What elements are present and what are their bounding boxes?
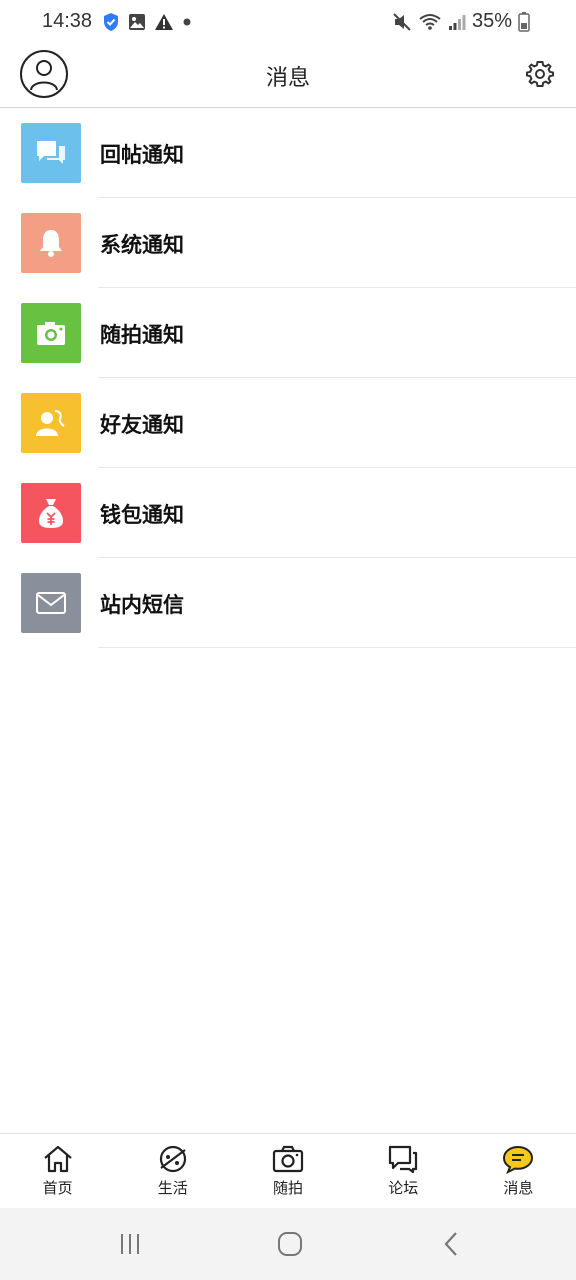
gear-icon[interactable]	[526, 60, 554, 88]
tab-life[interactable]: 生活	[115, 1134, 230, 1208]
list-item-inbox-message[interactable]: 站内短信	[0, 558, 576, 648]
message-icon	[503, 1145, 534, 1174]
list-item-label: 好友通知	[100, 413, 184, 437]
list-item-wallet-notice[interactable]: 钱包通知	[0, 468, 576, 558]
divider	[98, 647, 576, 648]
dot-icon	[183, 18, 191, 26]
back-icon[interactable]	[436, 1228, 468, 1260]
list-item-snapshot-notice[interactable]: 随拍通知	[0, 288, 576, 378]
list-item-label: 随拍通知	[100, 323, 184, 347]
notification-list: 回帖通知 系统通知 随拍通知 好友通知 钱包通知 站内短信	[0, 108, 576, 648]
camera-icon	[21, 303, 81, 363]
forum-icon	[389, 1145, 418, 1174]
list-item-label: 系统通知	[100, 233, 184, 257]
list-item-system-notice[interactable]: 系统通知	[0, 198, 576, 288]
camera-icon	[272, 1145, 304, 1173]
chat-bubbles-icon	[21, 123, 81, 183]
wifi-icon	[419, 13, 441, 30]
battery-icon	[518, 11, 530, 32]
tab-label: 论坛	[388, 1179, 419, 1197]
bell-icon	[21, 213, 81, 273]
tab-label: 生活	[157, 1179, 188, 1197]
mute-icon	[393, 12, 411, 31]
tab-forum[interactable]: 论坛	[346, 1134, 461, 1208]
tab-messages[interactable]: 消息	[461, 1134, 576, 1208]
status-bar: 14:38 35%	[0, 0, 576, 46]
list-item-label: 钱包通知	[100, 503, 184, 527]
image-icon	[129, 14, 145, 30]
list-item-friend-notice[interactable]: 好友通知	[0, 378, 576, 468]
list-item-reply-notice[interactable]: 回帖通知	[0, 108, 576, 198]
envelope-icon	[21, 573, 81, 633]
tab-label: 首页	[42, 1179, 73, 1197]
status-left-icons	[102, 12, 192, 32]
shield-check-icon	[104, 13, 118, 31]
tab-home[interactable]: 首页	[0, 1134, 115, 1208]
header: 消息	[0, 46, 576, 108]
recent-apps-icon[interactable]	[114, 1228, 146, 1260]
tab-label: 随拍	[273, 1179, 304, 1197]
page-title: 消息	[265, 66, 310, 91]
list-item-label: 站内短信	[100, 593, 184, 617]
friends-icon	[21, 393, 81, 453]
planet-icon	[159, 1145, 186, 1173]
bottom-tab-bar: 首页 生活 随拍 论坛 消息	[0, 1133, 576, 1208]
list-item-label: 回帖通知	[100, 143, 184, 167]
battery-percentage: 35%	[471, 10, 512, 32]
money-bag-icon	[21, 483, 81, 543]
status-right: 35%	[392, 10, 530, 33]
signal-icon	[448, 14, 466, 30]
warning-icon	[155, 14, 173, 30]
status-time: 14:38	[42, 10, 93, 32]
tab-label: 消息	[503, 1179, 534, 1197]
home-icon	[43, 1145, 72, 1173]
system-nav-bar	[0, 1208, 576, 1280]
tab-snapshot[interactable]: 随拍	[230, 1134, 345, 1208]
home-button-icon[interactable]	[274, 1228, 306, 1260]
